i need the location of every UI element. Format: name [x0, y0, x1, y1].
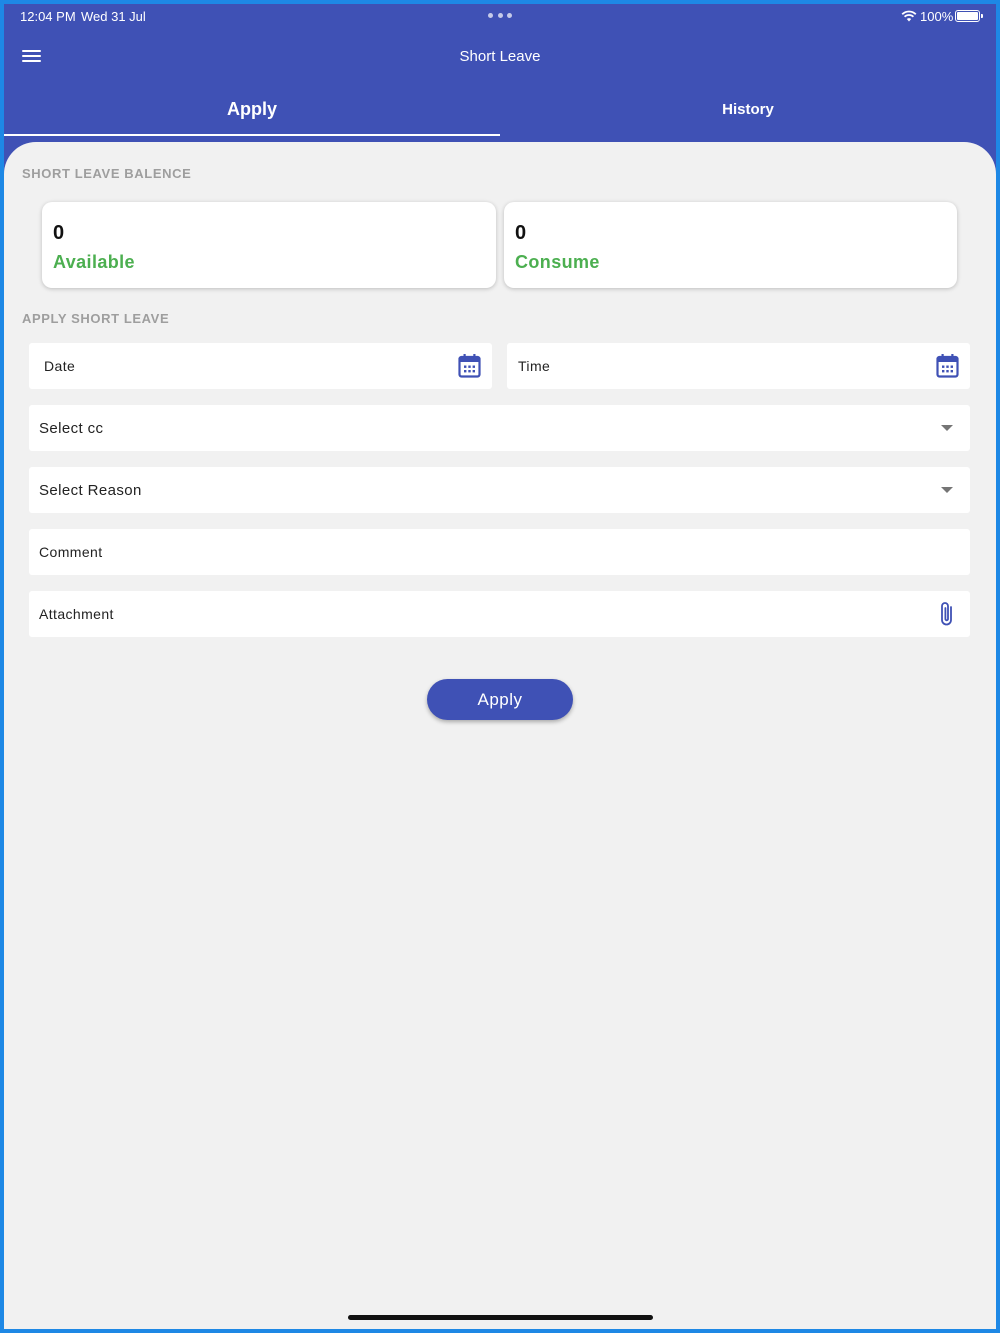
tab-history[interactable]: History — [500, 88, 996, 136]
page-title: Short Leave — [459, 48, 541, 65]
comment-label: Comment — [39, 544, 103, 560]
battery-icon — [955, 10, 983, 22]
select-cc-label: Select cc — [39, 420, 104, 437]
date-field[interactable]: Date — [29, 343, 492, 389]
available-label: Available — [53, 252, 135, 272]
select-cc-dropdown[interactable]: Select cc — [29, 405, 970, 451]
more-dots-icon[interactable] — [488, 10, 512, 20]
tab-apply[interactable]: Apply — [4, 88, 500, 136]
select-reason-label: Select Reason — [39, 482, 142, 499]
tab-bar: Apply History — [4, 88, 996, 136]
time-field[interactable]: Time — [507, 343, 970, 389]
paperclip-icon[interactable] — [937, 600, 957, 628]
wifi-icon — [901, 10, 917, 22]
dropdown-caret-icon — [941, 487, 953, 493]
dropdown-caret-icon — [941, 425, 953, 431]
time-label: Time — [518, 358, 551, 374]
consume-value: 0 — [515, 222, 527, 244]
status-bar: 12:04 PM Wed 31 Jul 100% — [4, 4, 996, 28]
status-date: Wed 31 Jul — [81, 9, 146, 24]
available-card: 0 Available — [42, 202, 496, 288]
battery-percent: 100% — [920, 9, 954, 24]
home-indicator[interactable] — [348, 1315, 653, 1320]
attachment-field[interactable]: Attachment — [29, 591, 970, 637]
calendar-icon[interactable] — [458, 353, 481, 378]
consume-label: Consume — [515, 252, 600, 272]
available-value: 0 — [53, 222, 65, 244]
consume-card: 0 Consume — [504, 202, 957, 288]
balance-section-title: SHORT LEAVE BALENCE — [22, 166, 192, 181]
calendar-icon[interactable] — [936, 353, 959, 378]
app-frame: 12:04 PM Wed 31 Jul 100% Short Leave App… — [4, 4, 996, 1329]
apply-section-title: APPLY SHORT LEAVE — [22, 311, 170, 326]
status-time: 12:04 PM — [20, 9, 76, 24]
comment-field[interactable]: Comment — [29, 529, 970, 575]
main-content: SHORT LEAVE BALENCE 0 Available 0 Consum… — [4, 142, 996, 1329]
attachment-label: Attachment — [39, 606, 114, 622]
date-label: Date — [44, 358, 76, 374]
apply-button[interactable]: Apply — [427, 679, 573, 720]
select-reason-dropdown[interactable]: Select Reason — [29, 467, 970, 513]
